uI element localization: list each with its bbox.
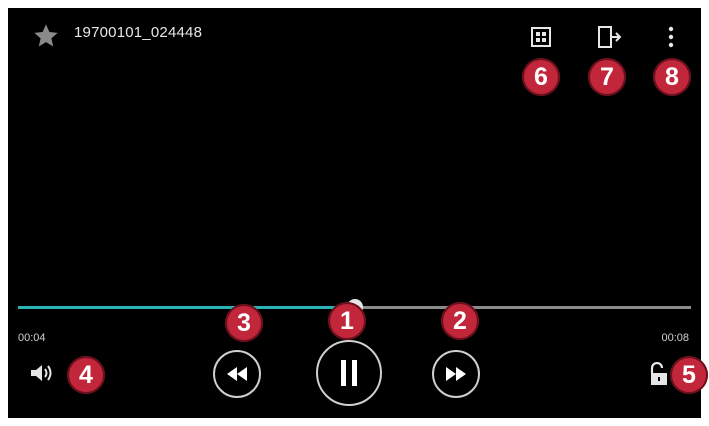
grid-icon: [531, 27, 551, 47]
fast-forward-icon: [446, 367, 466, 381]
seek-progress: [18, 306, 355, 309]
callout-3: 3: [225, 304, 263, 342]
fast-forward-button[interactable]: [432, 350, 480, 398]
callout-1: 1: [328, 302, 366, 340]
callout-5: 5: [670, 356, 708, 394]
callout-6: 6: [522, 58, 560, 96]
rewind-icon: [227, 367, 247, 381]
share-screen-button[interactable]: [595, 22, 625, 52]
capture-button[interactable]: [526, 22, 556, 52]
top-bar: 19700101_024448: [8, 8, 701, 68]
video-title: 19700101_024448: [74, 24, 203, 41]
speaker-icon: [31, 365, 52, 381]
total-time: 00:08: [661, 332, 689, 344]
screen-lock-button[interactable]: [645, 360, 671, 388]
rewind-button[interactable]: [213, 350, 261, 398]
pause-icon: [341, 360, 357, 386]
more-vert-icon: [668, 26, 674, 48]
callout-8: 8: [653, 58, 691, 96]
play-pause-button[interactable]: [316, 340, 382, 406]
more-options-button[interactable]: [656, 22, 686, 52]
screen-share-icon: [598, 26, 622, 48]
volume-button[interactable]: [28, 360, 56, 386]
callout-2: 2: [441, 302, 479, 340]
unlock-icon: [650, 362, 667, 385]
star-icon[interactable]: [32, 22, 60, 50]
elapsed-time: 00:04: [18, 332, 46, 344]
callout-4: 4: [67, 356, 105, 394]
callout-7: 7: [588, 58, 626, 96]
